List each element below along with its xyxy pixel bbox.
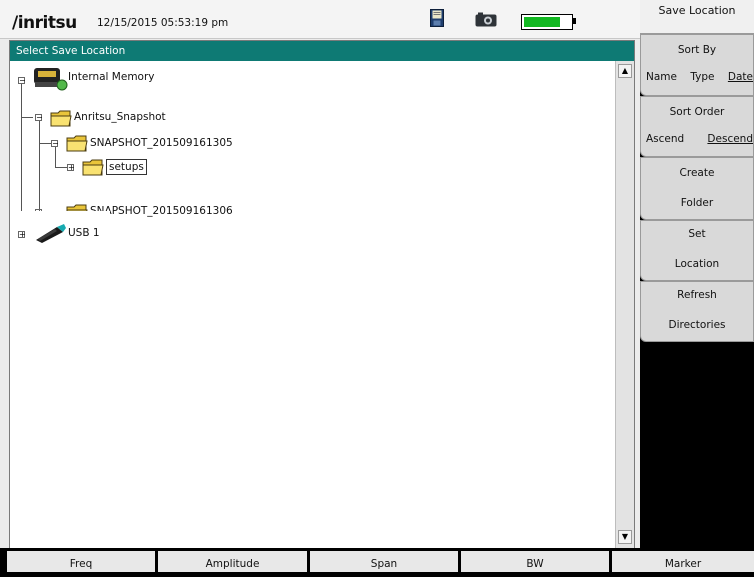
- bw-button[interactable]: BW: [461, 551, 609, 572]
- sort-option-date: Date: [727, 71, 753, 83]
- sort-by-options: Name Type Date: [641, 71, 753, 83]
- tree-item-usb-1[interactable]: + USB 1: [10, 211, 110, 271]
- set-location-label-2: Location: [674, 258, 720, 270]
- tree-connector: [21, 82, 22, 216]
- collapse-toggle[interactable]: −: [35, 114, 43, 122]
- freq-button[interactable]: Freq: [7, 551, 155, 572]
- sort-order-options: Ascend Descend: [641, 133, 753, 145]
- tree-connector: [55, 145, 56, 167]
- usb-drive-icon: [36, 224, 66, 243]
- collapse-toggle[interactable]: −: [51, 140, 59, 148]
- tree-connector: [55, 167, 67, 168]
- create-folder-button[interactable]: Create Folder: [640, 157, 754, 220]
- create-folder-label-2: Folder: [680, 197, 714, 209]
- folder-open-icon: [82, 159, 104, 176]
- dialog-title: Select Save Location: [10, 41, 634, 61]
- order-option-ascend: Ascend: [646, 133, 685, 145]
- directory-tree[interactable]: − Internal Memory − Anritsu_Snapshot − S…: [10, 61, 614, 549]
- create-folder-label-1: Create: [679, 167, 715, 179]
- sort-by-button[interactable]: Sort By Name Type Date: [640, 34, 754, 96]
- scroll-down-button[interactable]: ▼: [618, 530, 632, 544]
- tree-item-label: Anritsu_Snapshot: [74, 111, 166, 123]
- camera-icon: [475, 12, 497, 27]
- tree-item-label: SNAPSHOT_201509161306: [90, 205, 233, 217]
- battery-tip: [573, 18, 576, 24]
- sort-by-label: Sort By: [677, 44, 717, 56]
- folder-open-icon: [50, 110, 72, 127]
- refresh-directories-button[interactable]: Refresh Directories: [640, 281, 754, 342]
- collapse-toggle[interactable]: −: [18, 77, 26, 85]
- tree-item-label: Internal Memory: [68, 71, 155, 83]
- sort-order-label: Sort Order: [669, 106, 725, 118]
- tree-item-label: SNAPSHOT_201509161305: [90, 137, 233, 149]
- sort-option-type: Type: [690, 71, 715, 83]
- battery-indicator: [521, 14, 573, 30]
- span-button[interactable]: Span: [310, 551, 458, 572]
- instrument-screen: /inritsu 12/15/2015 05:53:19 pm Select S…: [0, 0, 640, 550]
- softkey-menu-title-text: Save Location: [658, 4, 736, 17]
- amplitude-button[interactable]: Amplitude: [158, 551, 307, 572]
- refresh-label-1: Refresh: [677, 289, 717, 301]
- tree-item-label-selected: setups: [106, 159, 147, 175]
- folder-open-icon: [66, 135, 88, 152]
- softkey-panel: Save Location Sort By Name Type Date Sor…: [640, 0, 754, 548]
- tree-connector: [21, 117, 33, 118]
- vertical-scrollbar[interactable]: ▲ ▼: [615, 61, 634, 548]
- scroll-up-button[interactable]: ▲: [618, 64, 632, 78]
- status-bar: /inritsu 12/15/2015 05:53:19 pm: [0, 0, 640, 39]
- save-location-dialog: Select Save Location − Internal Memory −…: [9, 40, 635, 550]
- memory-module-icon: [34, 68, 68, 91]
- expand-toggle[interactable]: +: [67, 164, 75, 172]
- bottom-key-bar: Freq Amplitude Span BW Marker: [0, 548, 754, 572]
- battery-fill: [524, 17, 560, 27]
- refresh-label-2: Directories: [668, 319, 726, 331]
- sort-order-button[interactable]: Sort Order Ascend Descend: [640, 96, 754, 157]
- date-time: 12/15/2015 05:53:19 pm: [97, 17, 229, 29]
- anritsu-logo: /inritsu: [12, 13, 77, 33]
- tree-connector: [39, 118, 40, 212]
- order-option-descend: Descend: [707, 133, 753, 145]
- expand-toggle[interactable]: +: [18, 231, 26, 239]
- softkey-menu-title: Save Location: [640, 0, 754, 34]
- tree-item-label: USB 1: [68, 227, 100, 239]
- sort-option-name: Name: [646, 71, 677, 83]
- tree-connector: [39, 143, 51, 144]
- marker-button[interactable]: Marker: [612, 551, 754, 572]
- save-disk-icon: [430, 9, 444, 27]
- set-location-label-1: Set: [688, 228, 706, 240]
- set-location-button[interactable]: Set Location: [640, 220, 754, 281]
